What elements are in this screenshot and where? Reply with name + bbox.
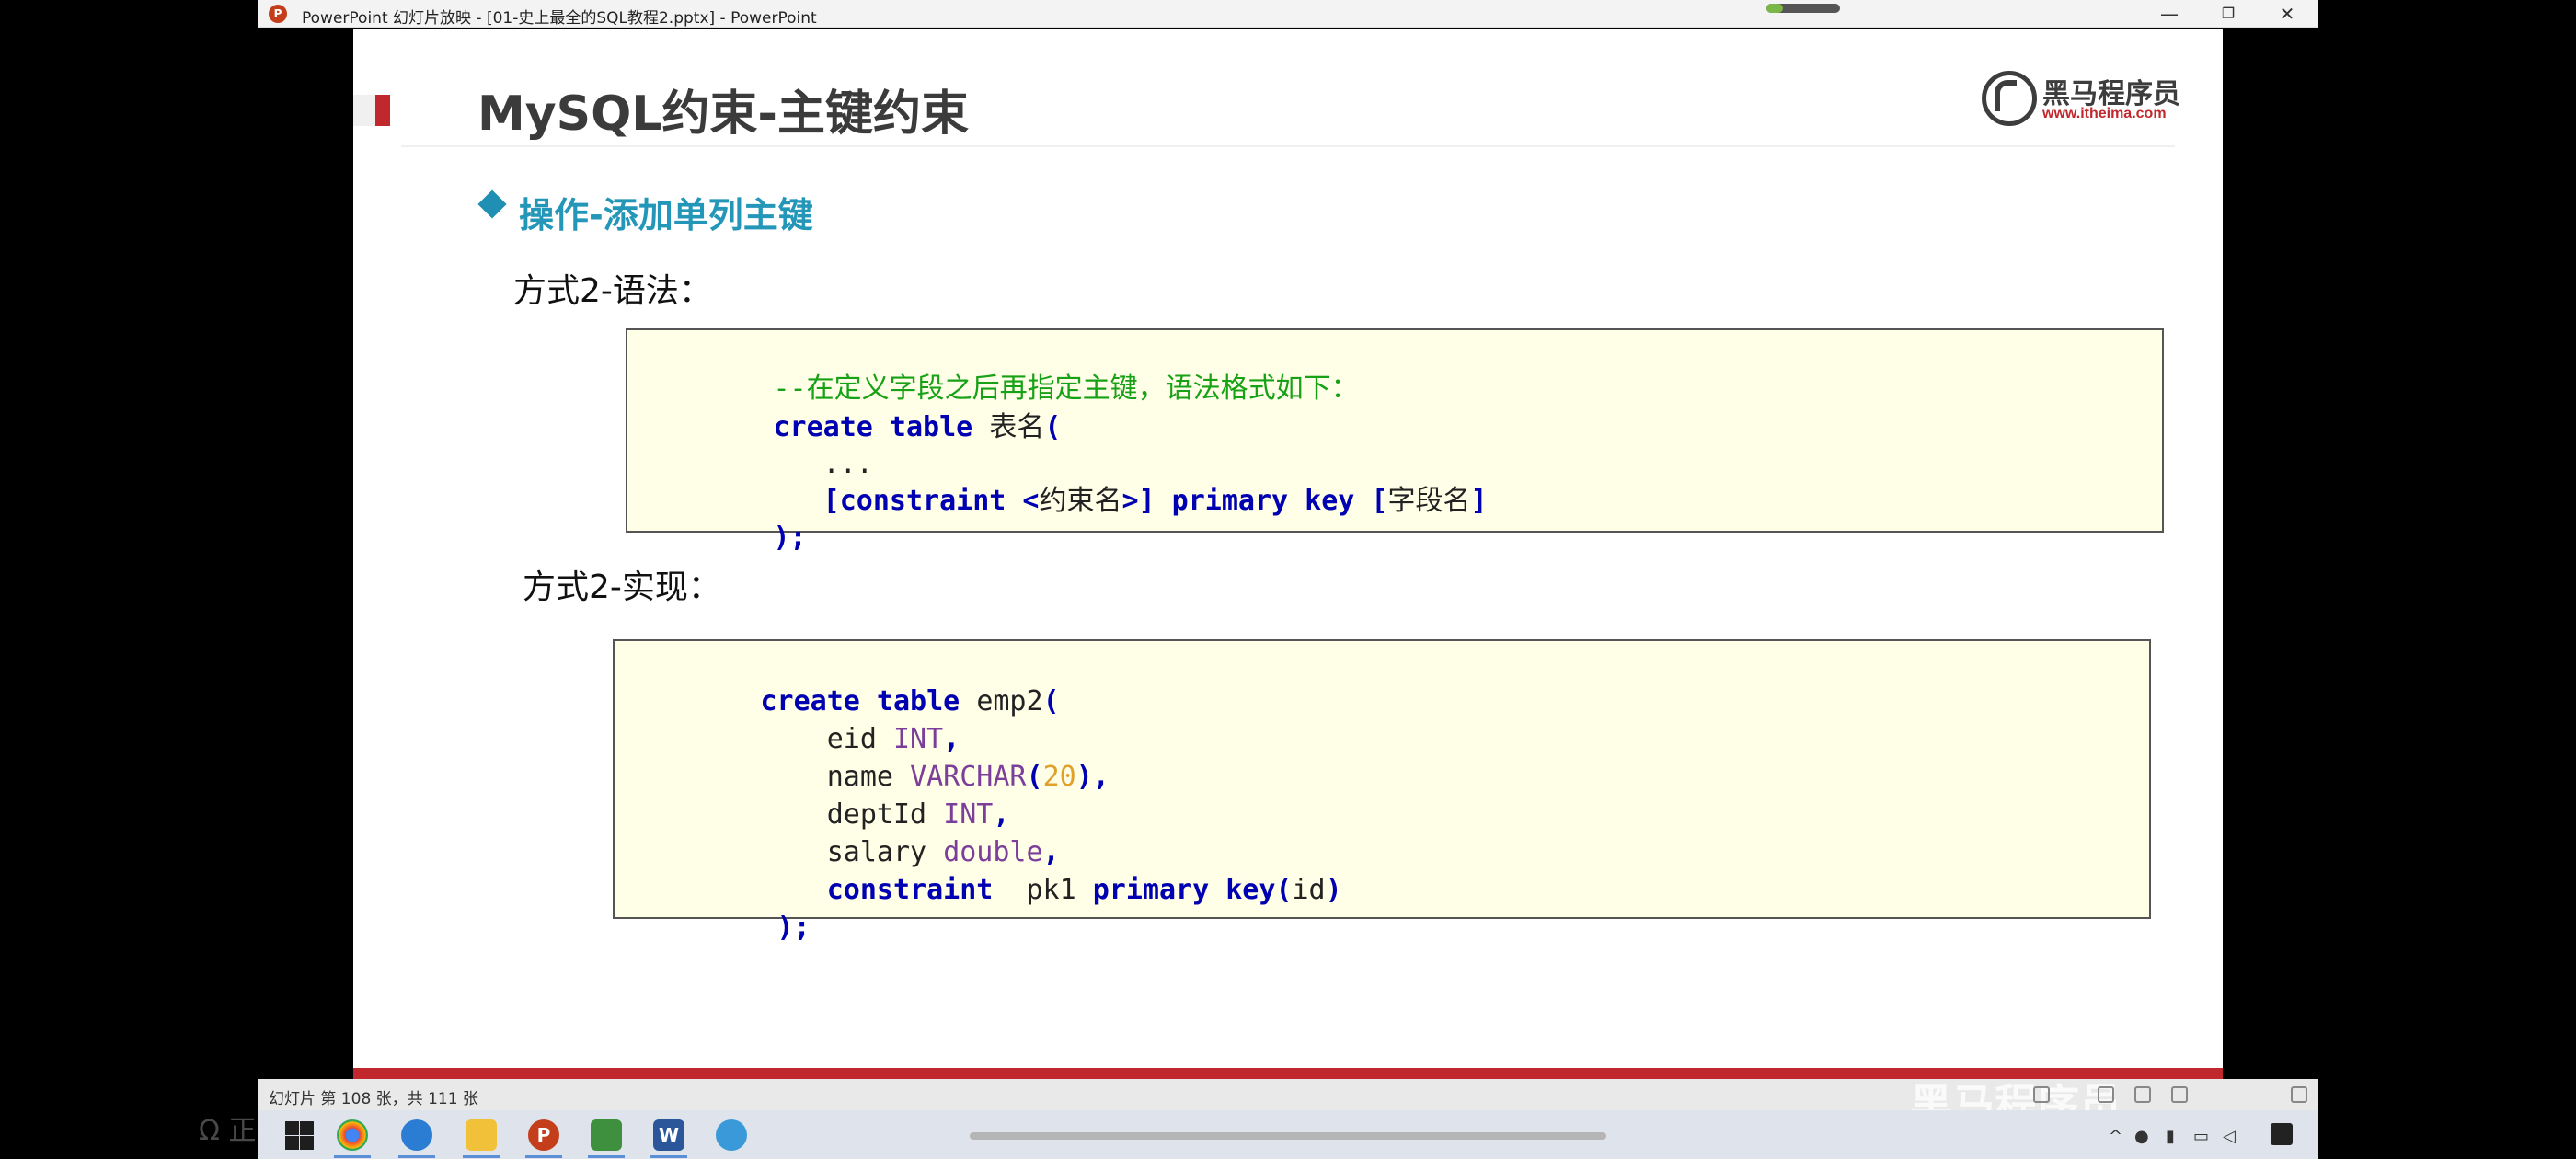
code-keyword: ( [1044,411,1062,443]
code-keyword: primary key [1092,874,1276,906]
active-indicator [398,1155,435,1158]
active-indicator [463,1155,500,1158]
code-text: id [1292,874,1326,906]
code-keyword: ); [760,912,811,944]
syntax-label: 方式2-语法： [513,272,712,310]
volume-icon[interactable]: ◁ [2223,1127,2236,1146]
code-keyword: ); [773,522,807,554]
diamond-bullet-icon [477,189,507,219]
code-text: pk1 [1009,874,1093,906]
syntax-code-box: --在定义字段之后再指定主键，语法格式如下： create table 表名( … [626,328,2164,554]
browser-icon[interactable] [716,1119,747,1151]
logo-url: www.itheima.com [2042,106,2167,121]
powerpoint-app-icon: P [269,5,287,23]
title-divider [401,145,2175,147]
code-punct: ) [1325,874,1342,906]
window-title: PowerPoint 幻灯片放映 - [01-史上最全的SQL教程2.pptx]… [302,9,817,28]
code-line: constraint pk1 primary key(id) [627,835,1342,906]
slide-counter: 幻灯片 第 108 张，共 111 张 [269,1090,478,1108]
restore-button[interactable]: ❐ [2199,0,2258,28]
code-punct: ), [1075,761,1110,793]
implementation-code-box: create table emp2( eid INT, name VARCHAR… [613,639,2151,944]
microphone-icon[interactable]: ▮ [2166,1127,2175,1146]
slide-title: MySQL约束-主键约束 [477,86,970,142]
slideshow-icon[interactable] [2291,1086,2307,1103]
battery-icon[interactable]: ▭ [2193,1127,2209,1146]
windows-start-icon[interactable] [283,1119,315,1151]
status-bar: 幻灯片 第 108 张，共 111 张 黑马程序员 [258,1079,2318,1130]
code-line: ... [640,409,873,480]
taskbar: P W ^ ● ▮ ▭ ◁ [258,1110,2318,1159]
notes-icon[interactable] [2033,1086,2050,1103]
active-indicator [525,1155,562,1158]
notification-icon[interactable] [2271,1123,2293,1145]
code-line: create table 表名( [640,373,1062,443]
powerpoint-icon[interactable]: P [528,1119,559,1151]
powerpoint-window: P PowerPoint 幻灯片放映 - [01-史上最全的SQL教程2.ppt… [258,0,2318,1159]
code-keyword: >] primary key [ [1121,485,1388,517]
logo-horse-mane [1995,80,2017,111]
code-line: --在定义字段之后再指定主键，语法格式如下： [640,334,1359,405]
code-line: name VARCHAR(20), [627,722,1110,793]
code-punct: ( [1275,874,1293,906]
title-accent-shade [353,95,375,126]
close-button[interactable]: ✕ [2258,0,2317,28]
code-keyword: ] [1470,485,1488,517]
minimize-button[interactable]: — [2140,0,2199,28]
itheima-logo: 黑马程序员 www.itheima.com [1982,69,2184,128]
code-line: ); [640,483,807,554]
code-keyword: [constraint < [773,485,1040,517]
tray-app-icon[interactable]: ● [2134,1127,2149,1146]
code-line: [constraint <约束名>] primary key [字段名] [640,446,1488,517]
search-app-icon[interactable] [401,1119,432,1151]
word-icon[interactable]: W [653,1119,684,1151]
active-indicator [588,1155,625,1158]
chevron-up-icon[interactable]: ^ [2109,1127,2122,1146]
file-explorer-icon[interactable] [466,1119,497,1151]
code-number: 20 [1042,761,1076,793]
code-keyword: ( [1042,685,1060,717]
active-indicator [334,1155,371,1158]
code-text: 字段名 [1387,485,1471,517]
section-heading: 操作-添加单列主键 [519,195,813,235]
title-bar[interactable]: P PowerPoint 幻灯片放映 - [01-史上最全的SQL教程2.ppt… [258,0,2318,28]
active-indicator [650,1155,687,1158]
excel-like-icon[interactable] [591,1119,622,1151]
code-punct: ( [1026,761,1043,793]
slide-sorter-icon[interactable] [2134,1086,2151,1103]
code-line: create table emp2( [627,647,1060,717]
normal-view-icon[interactable] [2098,1086,2114,1103]
slide[interactable]: MySQL约束-主键约束 黑马程序员 www.itheima.com 操作-添加… [353,29,2223,1079]
reading-view-icon[interactable] [2171,1086,2188,1103]
code-line: ); [627,873,811,944]
code-line: deptId INT, [627,760,1010,831]
code-text: 约束名 [1039,485,1122,517]
code-text: emp2 [976,685,1043,717]
code-line: eid INT, [627,684,960,755]
code-text: 表名 [989,411,1045,443]
taskbar-scrollbar[interactable] [970,1132,1606,1140]
presenter-scroll-indicator-dot [1766,4,1783,13]
implementation-label: 方式2-实现： [523,568,721,606]
code-line: salary double, [627,798,1060,868]
title-accent-bar [375,95,390,126]
chrome-icon[interactable] [337,1119,368,1151]
